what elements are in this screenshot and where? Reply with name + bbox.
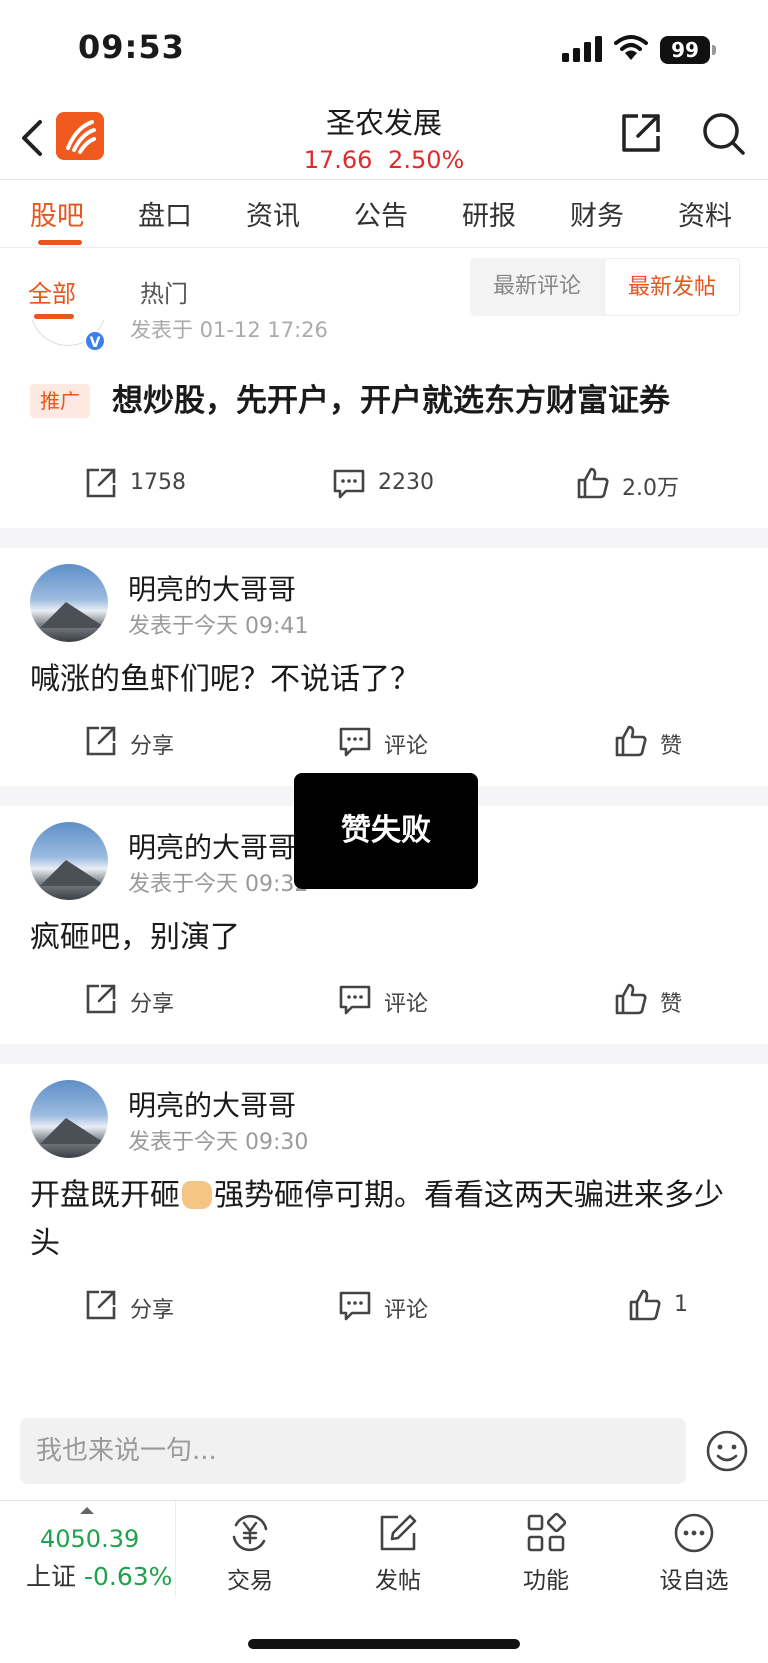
comment-icon xyxy=(339,727,371,757)
battery-level: 99 xyxy=(660,36,710,64)
post-username[interactable]: 明亮的大哥哥 xyxy=(128,1084,296,1124)
subtab-all[interactable]: 全部 xyxy=(28,274,76,309)
stock-name: 圣农发展 xyxy=(325,106,442,140)
sort-toggle: 最新评论 最新发帖 xyxy=(470,258,740,316)
thumbs-up-icon xyxy=(629,1289,661,1321)
thumbs-up-icon xyxy=(615,725,647,757)
search-icon[interactable] xyxy=(700,110,746,156)
comment-input[interactable]: 我也来说一句... xyxy=(20,1418,686,1484)
like-count: 1 xyxy=(674,1292,688,1317)
like-label: 赞 xyxy=(660,734,683,759)
expand-up-icon xyxy=(80,1507,94,1514)
functions-icon xyxy=(527,1512,567,1552)
share-icon xyxy=(86,1290,116,1320)
market-index-widget[interactable]: 4050.39 上证 -0.63% xyxy=(0,1501,176,1596)
thumbs-up-icon xyxy=(577,467,609,499)
stock-change-pct: 2.50% xyxy=(388,146,465,174)
toast-message: 赞失败 xyxy=(294,773,478,889)
share-icon xyxy=(86,726,116,756)
wifi-icon xyxy=(614,35,648,60)
comment-bar: 我也来说一句... xyxy=(0,1418,768,1498)
comment-label: 评论 xyxy=(384,734,429,759)
home-indicator[interactable] xyxy=(248,1639,520,1649)
promo-tag: 推广 xyxy=(30,384,90,418)
tab-profile[interactable]: 资料 xyxy=(678,194,732,233)
share-label: 分享 xyxy=(130,1298,175,1323)
share-icon[interactable] xyxy=(618,110,664,156)
thumbs-up-icon xyxy=(615,983,647,1015)
sort-latest-post[interactable]: 最新发帖 xyxy=(604,258,740,316)
post-username[interactable]: 明亮的大哥哥 xyxy=(128,568,296,608)
stock-price: 17.66 xyxy=(303,146,373,174)
divider xyxy=(0,528,768,548)
post-time: 发表于 01-12 17:26 xyxy=(130,320,328,342)
share-label: 分享 xyxy=(130,992,175,1017)
avatar[interactable] xyxy=(30,564,108,642)
battery-icon: 99 xyxy=(660,36,716,64)
add-watchlist-label: 设自选 xyxy=(659,1568,729,1594)
post-time: 发表于今天 09:41 xyxy=(128,614,309,639)
add-watchlist-button[interactable]: 设自选 xyxy=(644,1511,744,1595)
avatar[interactable] xyxy=(30,822,108,900)
tab-news[interactable]: 资讯 xyxy=(246,194,300,233)
tab-finance[interactable]: 财务 xyxy=(570,194,624,233)
compose-icon xyxy=(380,1514,417,1551)
cellular-signal-icon xyxy=(562,36,602,62)
index-name: 上证 -0.63% xyxy=(26,1557,172,1593)
status-time: 09:53 xyxy=(78,28,185,66)
stock-header: 圣农发展 17.66 2.50% xyxy=(0,100,768,180)
sub-tabs: 全部 热门 最新评论 最新发帖 xyxy=(0,250,768,320)
like-label: 赞 xyxy=(660,992,683,1017)
thumbs-up-emoji-icon xyxy=(182,1181,212,1209)
trade-icon xyxy=(232,1514,268,1552)
verified-badge-icon: V xyxy=(84,330,106,352)
trade-button[interactable]: 交易 xyxy=(200,1511,300,1595)
trade-label: 交易 xyxy=(227,1568,273,1594)
post-body[interactable]: 开盘既开砸 强势砸停可期。看看这两天骗进来多少头 xyxy=(30,1172,740,1268)
subtab-hot[interactable]: 热门 xyxy=(140,274,188,309)
compose-label: 发帖 xyxy=(375,1568,421,1594)
tab-pankou[interactable]: 盘口 xyxy=(138,194,192,233)
stock-price-line: 17.66 2.50% xyxy=(234,146,534,174)
comment-label: 评论 xyxy=(384,992,429,1017)
promo-post-title[interactable]: 想炒股，先开户，开户就选东方财富证券 xyxy=(30,376,730,426)
share-icon xyxy=(86,468,116,498)
index-label: 上证 xyxy=(26,1562,77,1591)
main-tabs: 股吧 盘口 资讯 公告 研报 财务 资料 xyxy=(0,180,768,248)
avatar[interactable] xyxy=(30,1080,108,1158)
back-arrow-icon[interactable] xyxy=(18,116,48,160)
app-logo-icon[interactable] xyxy=(56,112,104,160)
post-body[interactable]: 喊涨的鱼虾们呢？不说话了？ xyxy=(30,656,740,704)
post-body-text: 开盘既开砸 xyxy=(30,1178,180,1213)
share-label: 分享 xyxy=(130,734,175,759)
emoji-icon[interactable] xyxy=(706,1430,748,1472)
bottom-toolbar: 4050.39 上证 -0.63% 交易 发帖 功能 设自选 xyxy=(0,1500,768,1663)
comment-icon xyxy=(339,985,371,1015)
divider xyxy=(0,1044,768,1064)
functions-button[interactable]: 功能 xyxy=(496,1511,596,1595)
comment-label: 评论 xyxy=(384,1298,429,1323)
comment-icon xyxy=(339,1291,371,1321)
share-icon xyxy=(86,984,116,1014)
subtab-active-indicator xyxy=(34,314,74,319)
tab-guba[interactable]: 股吧 xyxy=(30,194,84,233)
functions-label: 功能 xyxy=(523,1568,569,1594)
compose-button[interactable]: 发帖 xyxy=(348,1511,448,1595)
share-count: 1758 xyxy=(130,470,186,495)
like-count: 2.0万 xyxy=(622,476,679,501)
post-body[interactable]: 疯砸吧，别演了 xyxy=(30,914,740,962)
index-change: -0.63% xyxy=(83,1562,173,1591)
post-time: 发表于今天 09:30 xyxy=(128,1130,309,1155)
more-icon xyxy=(674,1513,714,1553)
status-bar: 09:53 99 xyxy=(0,0,768,100)
tab-research[interactable]: 研报 xyxy=(462,194,516,233)
comment-count: 2230 xyxy=(378,470,434,495)
index-value: 4050.39 xyxy=(40,1525,140,1553)
tab-announcements[interactable]: 公告 xyxy=(354,194,408,233)
comment-icon xyxy=(333,469,365,499)
sort-latest-comment[interactable]: 最新评论 xyxy=(470,258,604,316)
post-time: 发表于今天 09:32 xyxy=(128,872,309,897)
post-username[interactable]: 明亮的大哥哥 xyxy=(128,826,296,866)
tab-active-indicator xyxy=(38,240,82,245)
